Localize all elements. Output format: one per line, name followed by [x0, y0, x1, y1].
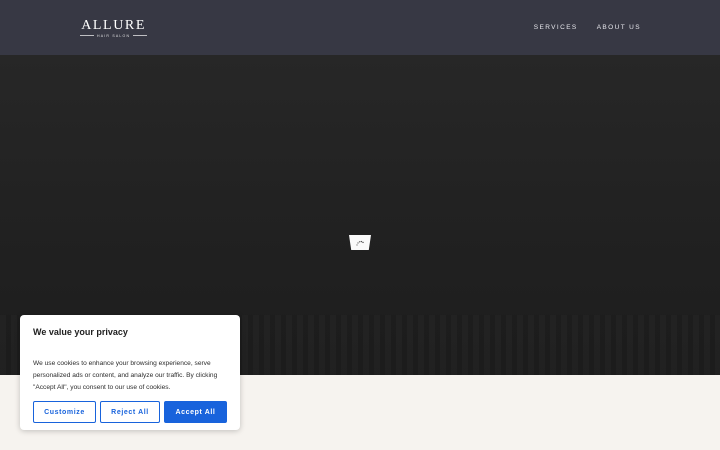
- cookie-actions: Customize Reject All Accept All: [33, 401, 227, 423]
- loading-spinner-icon: [349, 235, 371, 250]
- logo-tagline: HAIR SALON: [80, 34, 147, 38]
- nav-item-about-us[interactable]: ABOUT US: [597, 24, 641, 31]
- site-header: ALLURE HAIR SALON SERVICES ABOUT US: [0, 0, 720, 55]
- nav-item-services[interactable]: SERVICES: [534, 24, 578, 31]
- site-logo[interactable]: ALLURE HAIR SALON: [80, 18, 147, 38]
- logo-name: ALLURE: [81, 17, 147, 33]
- main-nav: SERVICES ABOUT US: [534, 24, 641, 31]
- customize-button[interactable]: Customize: [33, 401, 96, 423]
- cookie-title: We value your privacy: [33, 327, 128, 337]
- accept-all-button[interactable]: Accept All: [164, 401, 227, 423]
- cookie-consent-banner: We value your privacy We use cookies to …: [20, 315, 240, 430]
- cookie-description: We use cookies to enhance your browsing …: [33, 360, 218, 391]
- reject-all-button[interactable]: Reject All: [100, 401, 160, 423]
